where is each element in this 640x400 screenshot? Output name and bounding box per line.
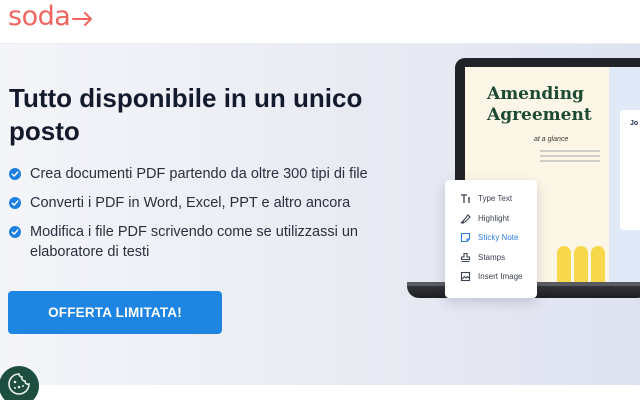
top-bar: soda xyxy=(0,0,640,44)
feature-item: Converti i PDF in Word, Excel, PPT e alt… xyxy=(9,193,409,213)
feature-text: Crea documenti PDF partendo da oltre 300… xyxy=(30,166,368,182)
arrow-right-icon xyxy=(72,11,93,26)
feature-list: Crea documenti PDF partendo da oltre 300… xyxy=(9,164,409,271)
feature-text: Converti i PDF in Word, Excel, PPT e alt… xyxy=(30,195,351,211)
tool-type-text: Type Text xyxy=(445,189,537,209)
logo-text: soda xyxy=(8,1,71,32)
image-icon xyxy=(459,271,471,283)
document-title: Amending Agreement xyxy=(487,84,592,125)
hero-headline: Tutto disponibile in un unico posto xyxy=(9,83,363,146)
tool-label: Highlight xyxy=(478,213,510,223)
side-card-label: Jo xyxy=(630,120,639,127)
check-circle-icon xyxy=(9,197,21,209)
highlight-icon xyxy=(459,212,471,224)
screen-side-card: Jo xyxy=(620,110,640,230)
cookie-settings-button[interactable] xyxy=(0,366,39,400)
feature-item: Crea documenti PDF partendo da oltre 300… xyxy=(9,164,409,184)
check-circle-icon xyxy=(9,226,21,238)
tool-insert-image: Insert Image xyxy=(445,267,537,287)
feature-text: Modifica i file PDF scrivendo come se ut… xyxy=(30,224,358,260)
document-text-lines xyxy=(540,150,600,165)
tool-label: Type Text xyxy=(478,194,513,204)
tool-label: Insert Image xyxy=(478,272,523,282)
tool-label: Sticky Note xyxy=(478,233,519,243)
type-text-icon xyxy=(459,193,471,205)
cookie-icon xyxy=(8,373,30,395)
decorative-shapes xyxy=(555,232,605,282)
annotation-tool-menu: Type Text Highlight Sticky Note Stamps I… xyxy=(445,180,537,298)
limited-offer-button[interactable]: OFFERTA LIMITATA! xyxy=(8,291,222,334)
tool-stamps: Stamps xyxy=(445,248,537,268)
tool-label: Stamps xyxy=(478,252,506,262)
soda-logo[interactable]: soda xyxy=(8,2,94,32)
tool-sticky-note: Sticky Note xyxy=(445,228,537,248)
stamp-icon xyxy=(459,251,471,263)
sticky-note-icon xyxy=(459,232,471,244)
check-circle-icon xyxy=(9,168,21,180)
tool-highlight: Highlight xyxy=(445,209,537,229)
document-subtitle: at a glance xyxy=(534,136,569,143)
feature-item: Modifica i file PDF scrivendo come se ut… xyxy=(9,222,409,262)
